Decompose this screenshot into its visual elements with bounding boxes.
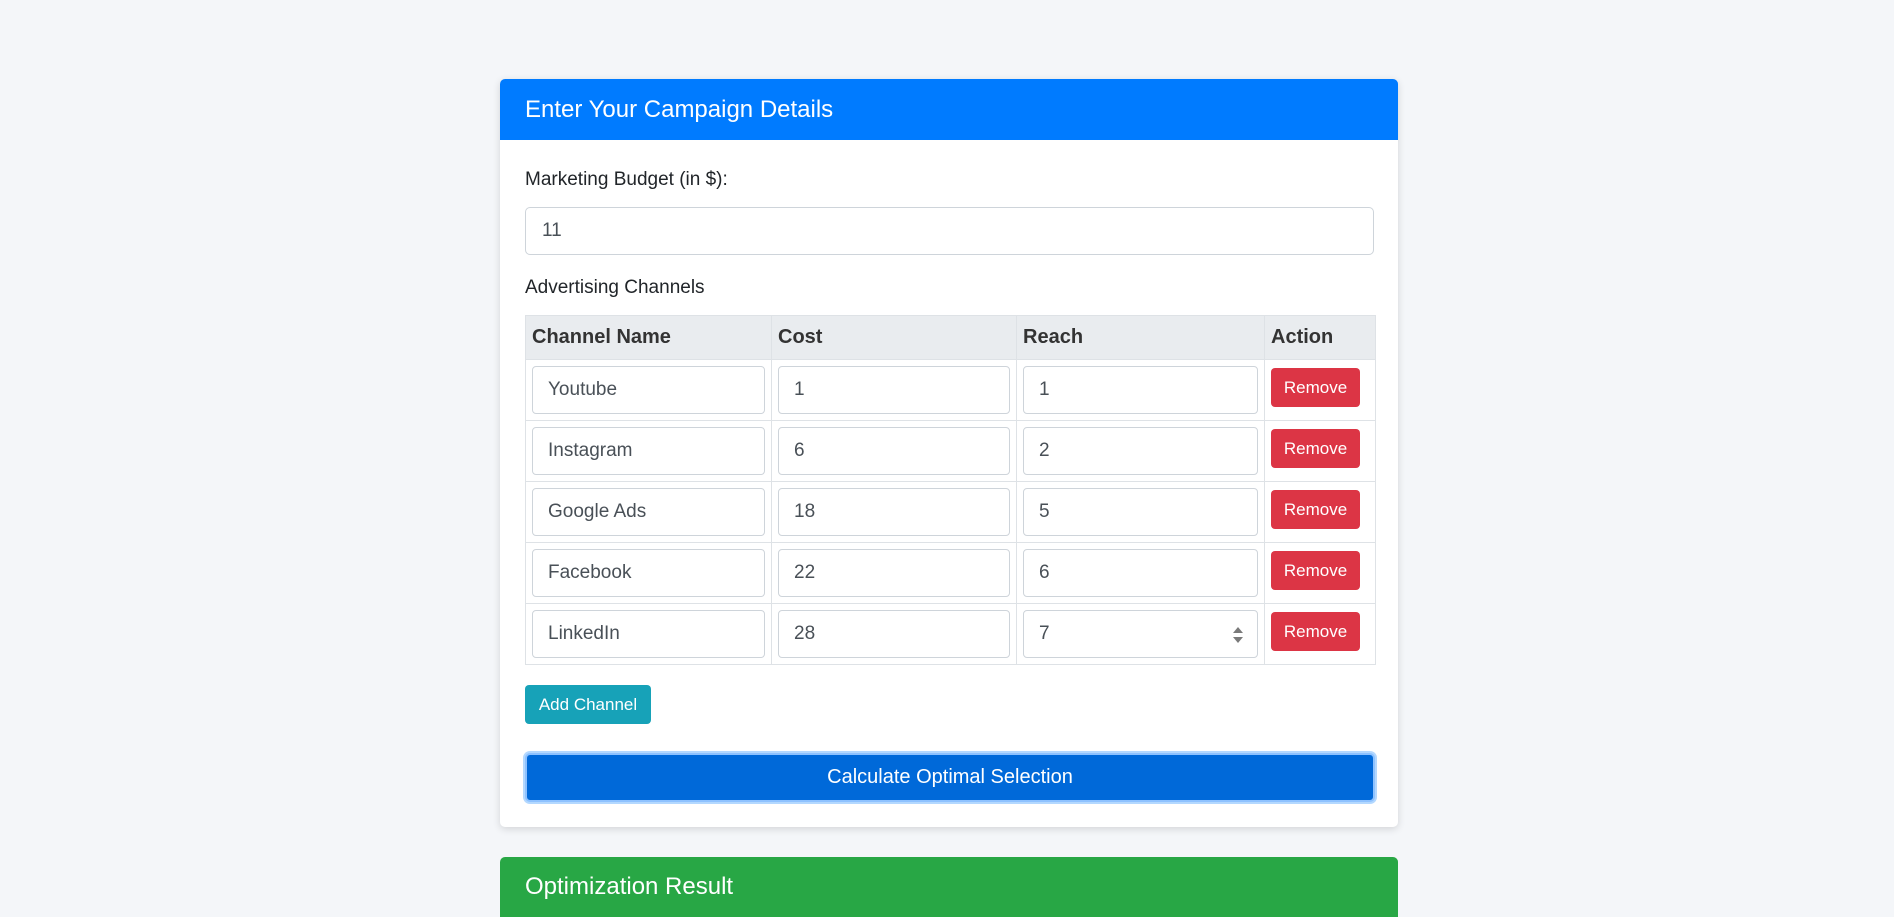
channel-name-cell (525, 542, 772, 604)
cost-cell (771, 359, 1017, 421)
remove-button[interactable]: Remove (1271, 612, 1360, 651)
remove-button[interactable]: Remove (1271, 368, 1360, 407)
channel-name-input[interactable] (532, 366, 765, 414)
table-row: Remove (525, 603, 1376, 665)
cost-cell (771, 420, 1017, 482)
channel-name-cell (525, 359, 772, 421)
reach-cell (1016, 603, 1265, 665)
remove-button[interactable]: Remove (1271, 551, 1360, 590)
reach-input[interactable] (1023, 427, 1258, 475)
channel-name-cell (525, 603, 772, 665)
table-row: Remove (525, 359, 1376, 421)
column-header-cost: Cost (771, 315, 1017, 360)
channel-name-input[interactable] (532, 427, 765, 475)
cost-cell (771, 603, 1017, 665)
action-cell: Remove (1264, 542, 1376, 604)
calculate-optimal-selection-button[interactable]: Calculate Optimal Selection (525, 753, 1375, 802)
reach-input[interactable] (1023, 366, 1258, 414)
reach-input[interactable] (1023, 610, 1258, 658)
cost-input[interactable] (778, 488, 1010, 536)
channel-name-input[interactable] (532, 610, 765, 658)
channel-name-cell (525, 481, 772, 543)
cost-input[interactable] (778, 549, 1010, 597)
add-channel-button[interactable]: Add Channel (525, 685, 651, 724)
campaign-details-card: Enter Your Campaign Details Marketing Bu… (500, 79, 1398, 827)
cost-cell (771, 542, 1017, 604)
column-header-action: Action (1264, 315, 1376, 360)
reach-input[interactable] (1023, 549, 1258, 597)
reach-cell (1016, 542, 1265, 604)
cost-cell (771, 481, 1017, 543)
channels-table: Channel Name Cost Reach Action Remove (525, 315, 1376, 665)
reach-input[interactable] (1023, 488, 1258, 536)
remove-button[interactable]: Remove (1271, 429, 1360, 468)
remove-button[interactable]: Remove (1271, 490, 1360, 529)
reach-cell (1016, 359, 1265, 421)
channel-name-input[interactable] (532, 549, 765, 597)
table-row: Remove (525, 420, 1376, 482)
cost-input[interactable] (778, 610, 1010, 658)
column-header-channel-name: Channel Name (525, 315, 772, 360)
reach-cell (1016, 481, 1265, 543)
cost-input[interactable] (778, 427, 1010, 475)
budget-input[interactable] (525, 207, 1374, 255)
action-cell: Remove (1264, 420, 1376, 482)
budget-label: Marketing Budget (in $): (525, 169, 728, 190)
reach-cell (1016, 420, 1265, 482)
cost-input[interactable] (778, 366, 1010, 414)
card-body: Marketing Budget (in $): Advertising Cha… (500, 140, 1398, 827)
channel-name-input[interactable] (532, 488, 765, 536)
reach-number-wrapper (1023, 610, 1258, 658)
table-header-row: Channel Name Cost Reach Action (525, 315, 1376, 360)
optimization-result-header: Optimization Result (500, 857, 1398, 917)
card-header-title: Enter Your Campaign Details (500, 79, 1398, 140)
table-row: Remove (525, 481, 1376, 543)
table-row: Remove (525, 542, 1376, 604)
channels-label: Advertising Channels (525, 277, 705, 298)
action-cell: Remove (1264, 603, 1376, 665)
action-cell: Remove (1264, 481, 1376, 543)
spinner-arrows-icon[interactable] (1232, 624, 1244, 646)
channel-name-cell (525, 420, 772, 482)
column-header-reach: Reach (1016, 315, 1265, 360)
action-cell: Remove (1264, 359, 1376, 421)
